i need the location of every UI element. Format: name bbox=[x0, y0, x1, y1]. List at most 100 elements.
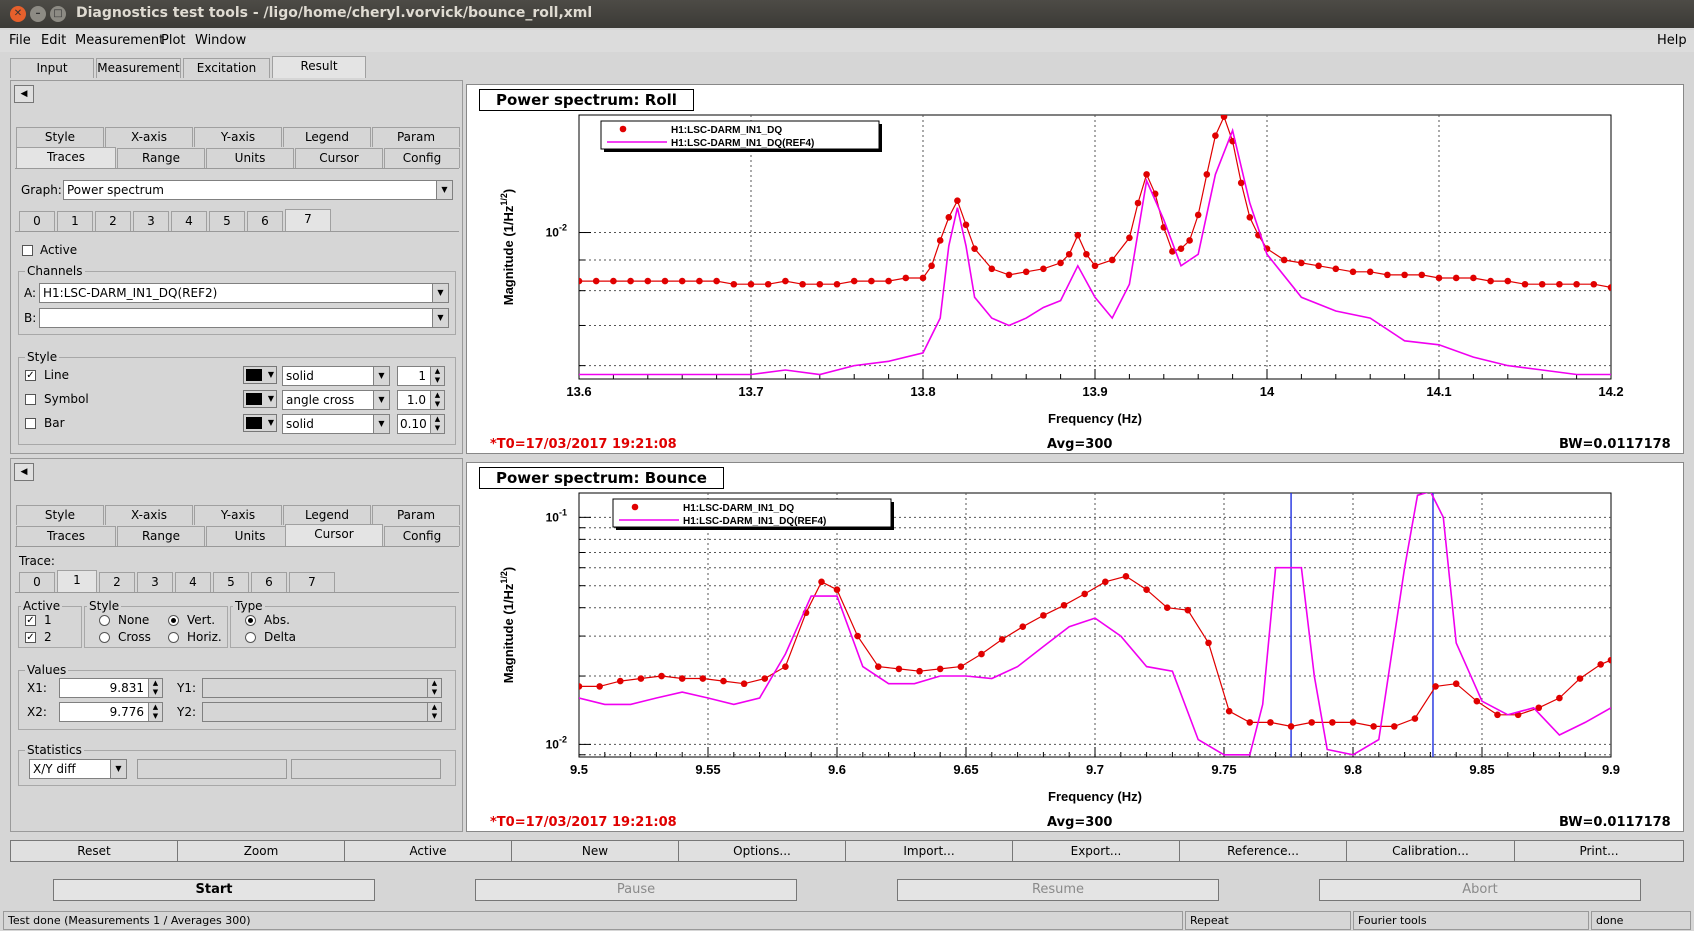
stepper-arrows-icon[interactable]: ▲ ▼ bbox=[148, 679, 162, 697]
cursor-1-checkbox[interactable]: ✓ bbox=[25, 615, 36, 626]
menu-plot[interactable]: Plot bbox=[161, 33, 186, 48]
collapse-left-icon[interactable]: ◀ bbox=[14, 463, 34, 481]
stepper-arrows-icon[interactable]: ▲ ▼ bbox=[430, 415, 444, 433]
stepper-arrows-icon[interactable]: ▲ ▼ bbox=[427, 679, 441, 697]
tab-x-axis[interactable]: X-axis bbox=[105, 127, 193, 147]
stepper-arrows-icon[interactable]: ▲ ▼ bbox=[148, 703, 162, 721]
new-button[interactable]: New bbox=[511, 840, 679, 862]
line-width-stepper[interactable]: 1 ▲ ▼ bbox=[397, 366, 445, 386]
line-checkbox[interactable]: ✓ bbox=[25, 370, 36, 381]
symbol-checkbox[interactable] bbox=[25, 394, 36, 405]
zoom-button[interactable]: Zoom bbox=[177, 840, 345, 862]
tab-style[interactable]: Style bbox=[16, 127, 104, 147]
export-button[interactable]: Export... bbox=[1012, 840, 1180, 862]
collapse-left-icon[interactable]: ◀ bbox=[14, 85, 34, 103]
tab-config[interactable]: Config bbox=[384, 526, 460, 546]
trace-tab-2[interactable]: 2 bbox=[95, 211, 131, 231]
menu-help[interactable]: Help bbox=[1657, 33, 1687, 48]
trace-tab-3[interactable]: 3 bbox=[133, 211, 169, 231]
menu-file[interactable]: File bbox=[9, 33, 31, 48]
tab-legend[interactable]: Legend bbox=[283, 505, 371, 525]
trace-tab-2[interactable]: 2 bbox=[99, 572, 135, 592]
style-none-radio[interactable] bbox=[99, 615, 110, 626]
graph-panel-roll[interactable]: Power spectrum: Roll 13.6 13.7 13.8 13.9 14 1… bbox=[466, 84, 1684, 454]
menu-window[interactable]: Window bbox=[195, 33, 246, 48]
abort-button[interactable]: Abort bbox=[1319, 879, 1641, 901]
tab-excitation[interactable]: Excitation bbox=[183, 58, 270, 78]
tab-config[interactable]: Config bbox=[384, 148, 460, 168]
tab-range[interactable]: Range bbox=[117, 526, 205, 546]
close-icon[interactable]: ✕ bbox=[10, 6, 26, 22]
reference-button[interactable]: Reference... bbox=[1179, 840, 1347, 862]
channel-a-select[interactable]: H1:LSC-DARM_IN1_DQ(REF2) ▼ bbox=[39, 283, 449, 303]
tab-range[interactable]: Range bbox=[117, 148, 205, 168]
menu-measurement[interactable]: Measurement bbox=[75, 33, 164, 48]
bar-color-picker[interactable]: ▼ bbox=[243, 414, 277, 432]
trace-tab-0[interactable]: 0 bbox=[19, 572, 55, 592]
import-button[interactable]: Import... bbox=[845, 840, 1013, 862]
graph-select[interactable]: Power spectrum ▼ bbox=[63, 180, 453, 200]
bounce-chart[interactable]: 9.5 9.55 9.6 9.65 9.7 9.75 9.8 9.85 9.9 10-2 10-1 F… bbox=[467, 463, 1685, 813]
start-button[interactable]: Start bbox=[53, 879, 375, 901]
print-button[interactable]: Print... bbox=[1514, 840, 1684, 862]
pause-button[interactable]: Pause bbox=[475, 879, 797, 901]
stepper-arrows-icon[interactable]: ▲ ▼ bbox=[430, 391, 444, 409]
trace-tab-5[interactable]: 5 bbox=[209, 211, 245, 231]
tab-style[interactable]: Style bbox=[16, 505, 104, 525]
tab-result[interactable]: Result bbox=[272, 56, 366, 78]
stepper-arrows-icon[interactable]: ▲ ▼ bbox=[427, 703, 441, 721]
statistics-select[interactable]: X/Y diff ▼ bbox=[29, 759, 127, 779]
bar-width-stepper[interactable]: 0.10 ▲ ▼ bbox=[397, 414, 445, 434]
active-checkbox[interactable] bbox=[22, 245, 33, 256]
trace-tab-7[interactable]: 7 bbox=[285, 209, 331, 231]
y2-input[interactable]: ▲ ▼ bbox=[202, 702, 442, 722]
tab-param[interactable]: Param bbox=[372, 127, 460, 147]
tab-input[interactable]: Input bbox=[10, 58, 94, 78]
minimize-icon[interactable]: – bbox=[30, 6, 46, 22]
trace-tab-0[interactable]: 0 bbox=[19, 211, 55, 231]
tab-cursor[interactable]: Cursor bbox=[285, 524, 383, 546]
tab-x-axis[interactable]: X-axis bbox=[105, 505, 193, 525]
trace-tab-1[interactable]: 1 bbox=[57, 570, 97, 592]
trace-tab-5[interactable]: 5 bbox=[213, 572, 249, 592]
tab-y-axis[interactable]: Y-axis bbox=[194, 127, 282, 147]
roll-chart[interactable]: 13.6 13.7 13.8 13.9 14 14.1 14.2 10-2 Frequency … bbox=[467, 85, 1685, 435]
symbol-size-stepper[interactable]: 1.0 ▲ ▼ bbox=[397, 390, 445, 410]
options-button[interactable]: Options... bbox=[678, 840, 846, 862]
x1-input[interactable]: 9.831 ▲ ▼ bbox=[59, 678, 163, 698]
symbol-color-picker[interactable]: ▼ bbox=[243, 390, 277, 408]
reset-button[interactable]: Reset bbox=[10, 840, 178, 862]
tab-measurement[interactable]: Measurement bbox=[96, 58, 181, 78]
x2-input[interactable]: 9.776 ▲ ▼ bbox=[59, 702, 163, 722]
trace-tab-7[interactable]: 7 bbox=[289, 572, 335, 592]
calibration-button[interactable]: Calibration... bbox=[1346, 840, 1515, 862]
type-delta-radio[interactable] bbox=[245, 632, 256, 643]
line-style-select[interactable]: solid ▼ bbox=[282, 366, 390, 386]
tab-param[interactable]: Param bbox=[372, 505, 460, 525]
stepper-arrows-icon[interactable]: ▲ ▼ bbox=[430, 367, 444, 385]
tab-traces[interactable]: Traces bbox=[16, 147, 116, 169]
trace-tab-4[interactable]: 4 bbox=[175, 572, 211, 592]
trace-tab-6[interactable]: 6 bbox=[247, 211, 283, 231]
tab-legend[interactable]: Legend bbox=[283, 127, 371, 147]
style-cross-radio[interactable] bbox=[99, 632, 110, 643]
menu-edit[interactable]: Edit bbox=[41, 33, 66, 48]
bar-checkbox[interactable] bbox=[25, 418, 36, 429]
channel-b-select[interactable]: ▼ bbox=[39, 308, 449, 328]
tab-y-axis[interactable]: Y-axis bbox=[194, 505, 282, 525]
line-color-picker[interactable]: ▼ bbox=[243, 366, 277, 384]
trace-tab-4[interactable]: 4 bbox=[171, 211, 207, 231]
y1-input[interactable]: ▲ ▼ bbox=[202, 678, 442, 698]
graph-panel-bounce[interactable]: Power spectrum: Bounce 9.5 9.55 9.6 9.65 9.7… bbox=[466, 462, 1684, 832]
style-horiz-radio[interactable] bbox=[168, 632, 179, 643]
maximize-icon[interactable]: □ bbox=[50, 6, 66, 22]
active-button[interactable]: Active bbox=[344, 840, 512, 862]
tab-cursor[interactable]: Cursor bbox=[295, 148, 383, 168]
type-abs-radio[interactable] bbox=[245, 615, 256, 626]
trace-tab-6[interactable]: 6 bbox=[251, 572, 287, 592]
resume-button[interactable]: Resume bbox=[897, 879, 1219, 901]
style-vert-radio[interactable] bbox=[168, 615, 179, 626]
cursor-2-checkbox[interactable]: ✓ bbox=[25, 632, 36, 643]
trace-tab-1[interactable]: 1 bbox=[57, 211, 93, 231]
trace-tab-3[interactable]: 3 bbox=[137, 572, 173, 592]
